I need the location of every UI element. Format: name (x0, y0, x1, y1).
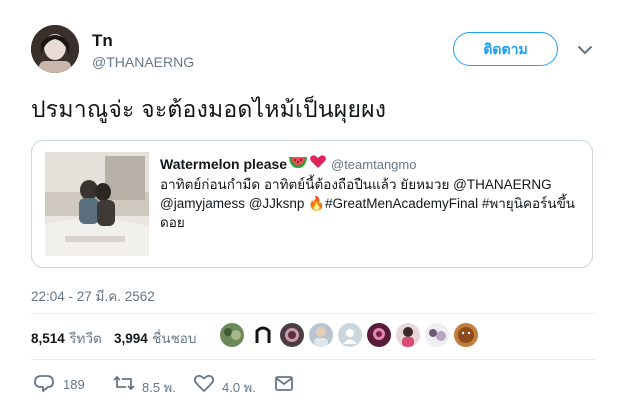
author-name[interactable]: Tn (92, 31, 113, 51)
like-count[interactable]: 4.0 พ. (222, 377, 256, 398)
liker-avatar[interactable] (309, 323, 333, 347)
retweets-label: รีทวีต (69, 331, 102, 346)
envelope-icon[interactable] (273, 373, 295, 393)
reply-icon[interactable] (33, 373, 55, 393)
liker-avatar[interactable] (220, 323, 244, 347)
default-avatar[interactable] (338, 323, 362, 347)
quoted-tweet-thumbnail[interactable] (45, 152, 149, 256)
chevron-down-icon[interactable] (575, 40, 595, 60)
retweets-stat[interactable]: 8,514 รีทวีต (31, 327, 102, 349)
watermelon-icon (289, 157, 307, 168)
author-avatar[interactable] (31, 25, 79, 73)
quoted-name-emoji (288, 152, 328, 175)
red-heart-icon (310, 155, 326, 168)
likes-label: ชื่นชอบ (152, 331, 197, 346)
liker-avatar[interactable] (454, 323, 478, 347)
liker-avatar[interactable] (425, 323, 449, 347)
tweet-text: ปรมาณูจ่ะ จะต้องมอดไหม้เป็นผุยผง (31, 96, 387, 122)
divider (31, 359, 595, 360)
retweet-icon[interactable] (112, 373, 135, 393)
quoted-text-line: อาทิตย์ก่อนกำมืด อาทิตย์นี้ต้องถือปืนแล้… (160, 177, 552, 192)
quoted-author-handle[interactable]: @teamtangmo (331, 157, 416, 172)
author-handle[interactable]: @THANAERNG (92, 54, 194, 70)
avatar-photo (31, 25, 79, 73)
likes-count: 3,994 (114, 331, 148, 346)
liker-avatar[interactable] (280, 323, 304, 347)
liker-avatar[interactable] (396, 323, 420, 347)
divider (31, 313, 595, 314)
reply-count[interactable]: 189 (63, 377, 85, 392)
liker-avatar[interactable] (251, 323, 275, 347)
heart-icon[interactable] (193, 373, 215, 393)
quoted-text-line: @jamyjamess @JJksnp 🔥#GreatMenAcademyFin… (160, 196, 576, 211)
quoted-author-name[interactable]: Watermelon please (160, 156, 287, 172)
retweet-count[interactable]: 8.5 พ. (142, 377, 176, 398)
liker-avatar[interactable] (367, 323, 391, 347)
quoted-text-line: ดอย (160, 215, 185, 230)
tweet-timestamp[interactable]: 22:04 - 27 มี.ค. 2562 (31, 285, 155, 307)
likes-stat[interactable]: 3,994 ชื่นชอบ (114, 327, 196, 349)
quoted-tweet-text: อาทิตย์ก่อนกำมืด อาทิตย์นี้ต้องถือปืนแล้… (160, 175, 580, 232)
follow-button[interactable]: ติดตาม (453, 32, 558, 66)
retweets-count: 8,514 (31, 331, 65, 346)
